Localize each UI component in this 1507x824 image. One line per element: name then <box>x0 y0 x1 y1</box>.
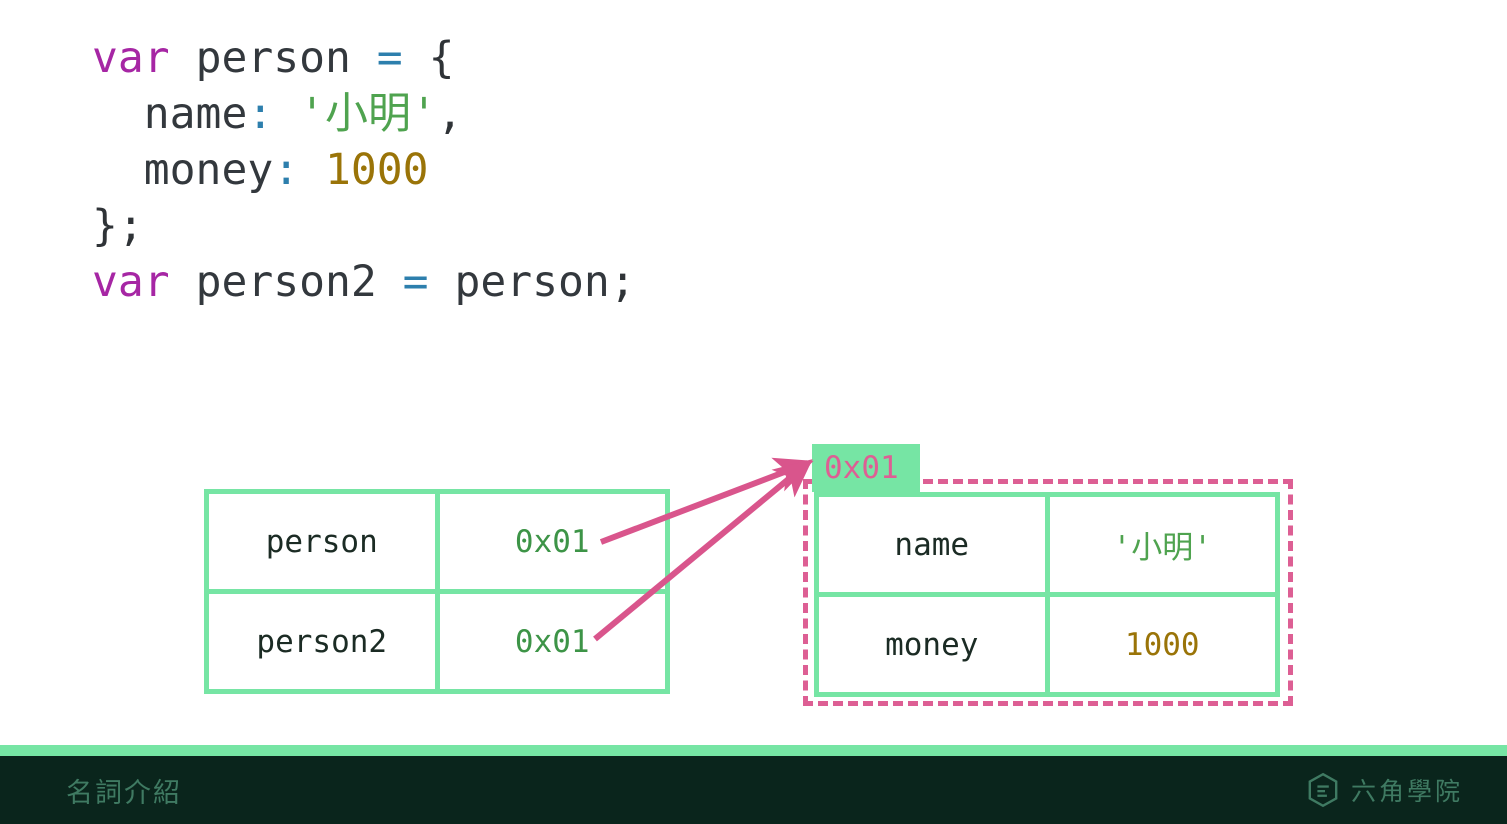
object-value-cell: 1000 <box>1044 597 1276 692</box>
identifier-person2: person2 <box>195 257 377 307</box>
object-key-cell: name <box>894 526 970 563</box>
variable-address-cell: 0x01 <box>434 494 666 589</box>
table-row: person 0x01 <box>209 494 665 589</box>
footer-brand-text: 六角學院 <box>1350 777 1463 806</box>
keyword-var-2: var <box>92 257 170 307</box>
table-row: money 1000 <box>819 592 1275 692</box>
brace-open: { <box>428 33 455 83</box>
variable-reference-table: person 0x01 person2 0x01 <box>204 489 670 694</box>
code-line-3: money: 1000 <box>92 145 429 195</box>
operator-assign: = <box>376 33 403 83</box>
object-key-cell: money <box>885 626 979 663</box>
footer-accent-stripe <box>0 745 1507 756</box>
colon-2: : <box>273 145 300 195</box>
variable-name-cell: person2 <box>256 623 388 660</box>
hexagon-logo-icon <box>1308 772 1338 808</box>
variable-name-cell: person <box>265 523 378 560</box>
heap-object-group: 0x01 name '小明' money 1000 <box>803 444 1293 706</box>
object-value-cell: '小明' <box>1044 497 1276 592</box>
footer-brand: 六角學院 <box>1304 771 1463 809</box>
colon-1: : <box>247 89 274 139</box>
table-row: name '小明' <box>819 497 1275 592</box>
heap-address-tag: 0x01 <box>812 444 920 492</box>
property-name: name <box>143 89 248 139</box>
footer-bar: 名詞介紹 六角學院 <box>0 756 1507 824</box>
code-block: var person = { name: '小明', money: 1000 }… <box>92 30 636 310</box>
footer-section-title: 名詞介紹 <box>66 777 182 809</box>
code-line-4: }; <box>92 201 144 251</box>
heap-object-table: name '小明' money 1000 <box>814 492 1280 697</box>
code-line-2: name: '小明', <box>92 89 463 139</box>
code-line-5: var person2 = person; <box>92 257 636 307</box>
number-literal-money: 1000 <box>325 145 429 195</box>
slide-canvas: var person = { name: '小明', money: 1000 }… <box>0 0 1507 824</box>
table-row: person2 0x01 <box>209 589 665 689</box>
operator-assign-2: = <box>402 257 429 307</box>
comma-1: , <box>436 89 463 139</box>
code-line-1: var person = { <box>92 33 454 83</box>
string-literal-name: '小明' <box>299 89 437 139</box>
semicolon-1: ; <box>609 257 636 307</box>
property-money: money <box>143 145 274 195</box>
identifier-person: person <box>195 33 351 83</box>
identifier-person-ref: person <box>454 257 610 307</box>
brace-close-semicolon: }; <box>92 201 144 251</box>
keyword-var: var <box>92 33 170 83</box>
variable-address-cell: 0x01 <box>434 594 666 689</box>
